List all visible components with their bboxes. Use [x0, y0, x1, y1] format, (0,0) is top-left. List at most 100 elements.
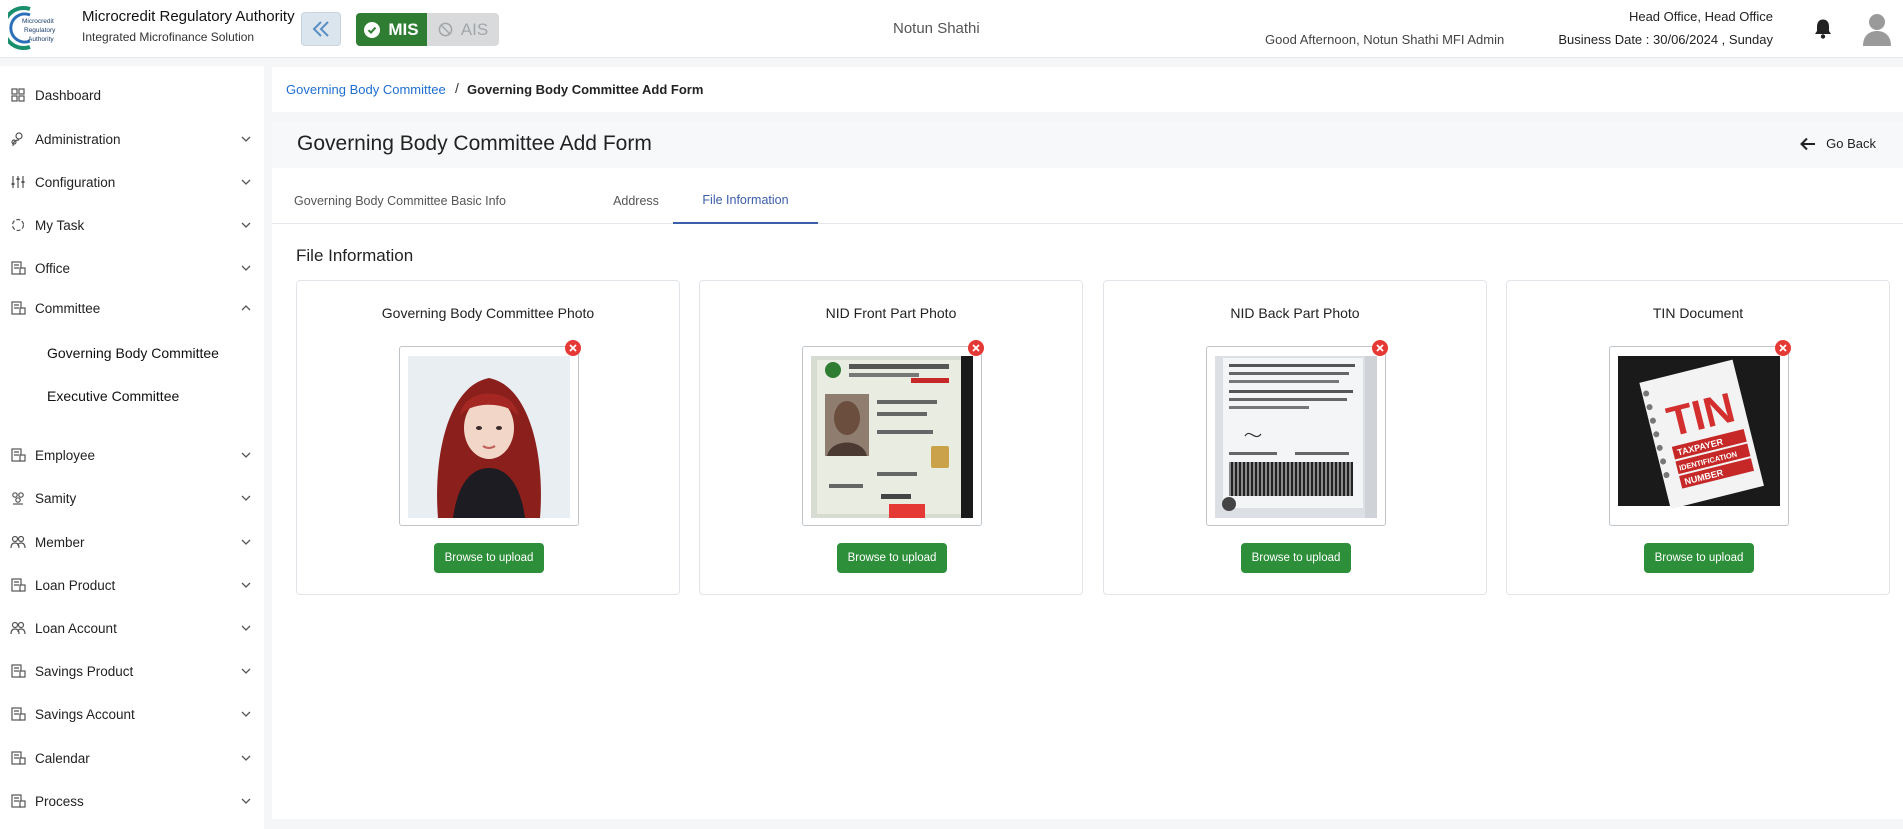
loan-product-icon — [11, 578, 26, 592]
remove-image-icon[interactable] — [968, 340, 984, 356]
breadcrumb-link-governing-body-committee[interactable]: Governing Body Committee — [286, 82, 446, 97]
savings-account-icon — [11, 707, 26, 721]
ais-toggle-button[interactable]: AIS — [427, 13, 499, 46]
chevron-down-icon — [241, 452, 251, 458]
sidebar-item-savings-product[interactable]: Savings Product — [0, 656, 264, 686]
sidebar-item-administration[interactable]: Administration — [0, 124, 264, 154]
portrait-photo — [408, 356, 570, 518]
sidebar-item-dashboard[interactable]: Dashboard — [0, 80, 264, 110]
sidebar-item-committee[interactable]: Committee — [0, 293, 264, 323]
chevron-down-icon — [241, 582, 251, 588]
sidebar-item-label: Loan Product — [35, 577, 116, 593]
sidebar-item-label: Administration — [35, 131, 121, 147]
sidebar-item-label: Configuration — [35, 174, 116, 190]
sidebar-collapse-button[interactable] — [301, 12, 341, 46]
chevron-down-icon — [241, 495, 251, 501]
image-preview: TIN TAXPAYER IDENTIFICATION NUMBER — [1609, 340, 1791, 526]
tab-basic-info[interactable]: Governing Body Committee Basic Info — [272, 178, 528, 224]
sidebar-item-loan-product[interactable]: Loan Product — [0, 570, 264, 600]
check-circle-icon — [364, 21, 381, 38]
browse-upload-button[interactable]: Browse to upload — [1241, 543, 1351, 573]
sidebar-item-calendar[interactable]: Calendar — [0, 743, 264, 773]
process-icon — [11, 794, 26, 808]
chevron-down-icon — [241, 539, 251, 545]
sidebar-item-label: Samity — [35, 490, 77, 506]
chevron-down-icon — [241, 136, 251, 142]
sidebar-item-employee[interactable]: Employee — [0, 440, 264, 470]
calendar-icon — [11, 751, 26, 765]
upload-card-committee-photo: Governing Body Committee Photo Browse to… — [296, 280, 680, 595]
business-date: Business Date : 30/06/2024 , Sunday — [1558, 32, 1773, 47]
sidebar-item-label: Savings Product — [35, 663, 134, 679]
sidebar-subitem-governing-body-committee[interactable]: Governing Body Committee — [47, 345, 219, 361]
sidebar-item-label: Member — [35, 534, 85, 550]
sidebar-item-samity[interactable]: Samity — [0, 483, 264, 513]
sidebar-item-label: Calendar — [35, 750, 90, 766]
page-title: Governing Body Committee Add Form — [297, 132, 652, 155]
chevron-down-icon — [241, 711, 251, 717]
administration-icon — [11, 132, 23, 147]
upload-card-nid-back: NID Back Part Photo Browse to upload — [1103, 280, 1487, 595]
task-icon — [11, 218, 25, 232]
card-title: Governing Body Committee Photo — [381, 305, 595, 321]
sidebar-item-member[interactable]: Member — [0, 527, 264, 557]
sidebar-item-loan-account[interactable]: Loan Account — [0, 613, 264, 643]
card-title: NID Back Part Photo — [1230, 305, 1360, 321]
user-greeting: Good Afternoon, Notun Shathi MFI Admin — [1265, 32, 1505, 47]
user-avatar-icon[interactable] — [1862, 12, 1892, 46]
mis-toggle-button[interactable]: MIS — [356, 13, 427, 46]
ais-label: AIS — [460, 19, 489, 39]
card-title: TIN Document — [1652, 305, 1744, 321]
office-name: Head Office, Head Office — [1628, 9, 1773, 24]
arrow-left-icon — [1800, 137, 1816, 150]
browse-upload-button[interactable]: Browse to upload — [1644, 543, 1754, 573]
sidebar-item-label: Employee — [35, 447, 96, 463]
chevron-up-icon — [241, 305, 251, 311]
sidebar-item-office[interactable]: Office — [0, 253, 264, 283]
committee-icon — [11, 301, 26, 315]
browse-upload-button[interactable]: Browse to upload — [837, 543, 947, 573]
chevron-down-icon — [241, 179, 251, 185]
chevron-down-icon — [241, 625, 251, 631]
sidebar-item-configuration[interactable]: Configuration — [0, 167, 264, 197]
sidebar-item-process[interactable]: Process — [0, 786, 264, 816]
brand-title: Microcredit Regulatory Authority — [82, 8, 295, 25]
chevron-down-icon — [241, 222, 251, 228]
form-tabs: Governing Body Committee Basic Info Addr… — [272, 178, 1903, 224]
chevron-down-icon — [241, 798, 251, 804]
top-header: Microcredit Regulatory Authority Microcr… — [0, 0, 1903, 58]
sidebar-subitem-executive-committee[interactable]: Executive Committee — [47, 388, 179, 404]
breadcrumb-current: Governing Body Committee Add Form — [467, 82, 704, 97]
remove-image-icon[interactable] — [565, 340, 581, 356]
browse-upload-button[interactable]: Browse to upload — [434, 543, 544, 573]
go-back-button[interactable]: Go Back — [1800, 136, 1876, 151]
sidebar-item-label: Loan Account — [35, 620, 117, 636]
breadcrumb-separator: / — [455, 80, 459, 96]
remove-image-icon[interactable] — [1372, 340, 1388, 356]
employee-icon — [11, 448, 26, 462]
sidebar-item-my-task[interactable]: My Task — [0, 210, 264, 240]
organization-name: Notun Shathi — [893, 20, 980, 37]
remove-image-icon[interactable] — [1775, 340, 1791, 356]
svg-text:Regulatory: Regulatory — [24, 27, 56, 34]
breadcrumb: Governing Body Committee / Governing Bod… — [272, 67, 1903, 112]
mis-label: MIS — [388, 19, 419, 39]
brand-subtitle: Integrated Microfinance Solution — [82, 30, 255, 44]
sidebar-item-label: Process — [35, 793, 84, 809]
image-preview — [399, 340, 581, 526]
member-icon — [10, 535, 26, 549]
configuration-icon — [11, 176, 25, 188]
notification-bell-icon[interactable] — [1813, 18, 1833, 40]
card-title: NID Front Part Photo — [825, 305, 957, 321]
sidebar-item-savings-account[interactable]: Savings Account — [0, 699, 264, 729]
dashboard-icon — [11, 88, 25, 102]
sidebar-item-label: Savings Account — [35, 706, 135, 722]
double-chevron-left-icon — [312, 21, 329, 37]
tab-file-information[interactable]: File Information — [673, 178, 818, 224]
ban-icon — [438, 22, 453, 37]
chevron-down-icon — [241, 265, 251, 271]
loan-account-icon — [10, 621, 26, 635]
upload-card-nid-front: NID Front Part Photo Browse to upload — [699, 280, 1083, 595]
mra-logo: Microcredit Regulatory Authority — [8, 6, 56, 50]
section-title: File Information — [296, 246, 414, 265]
